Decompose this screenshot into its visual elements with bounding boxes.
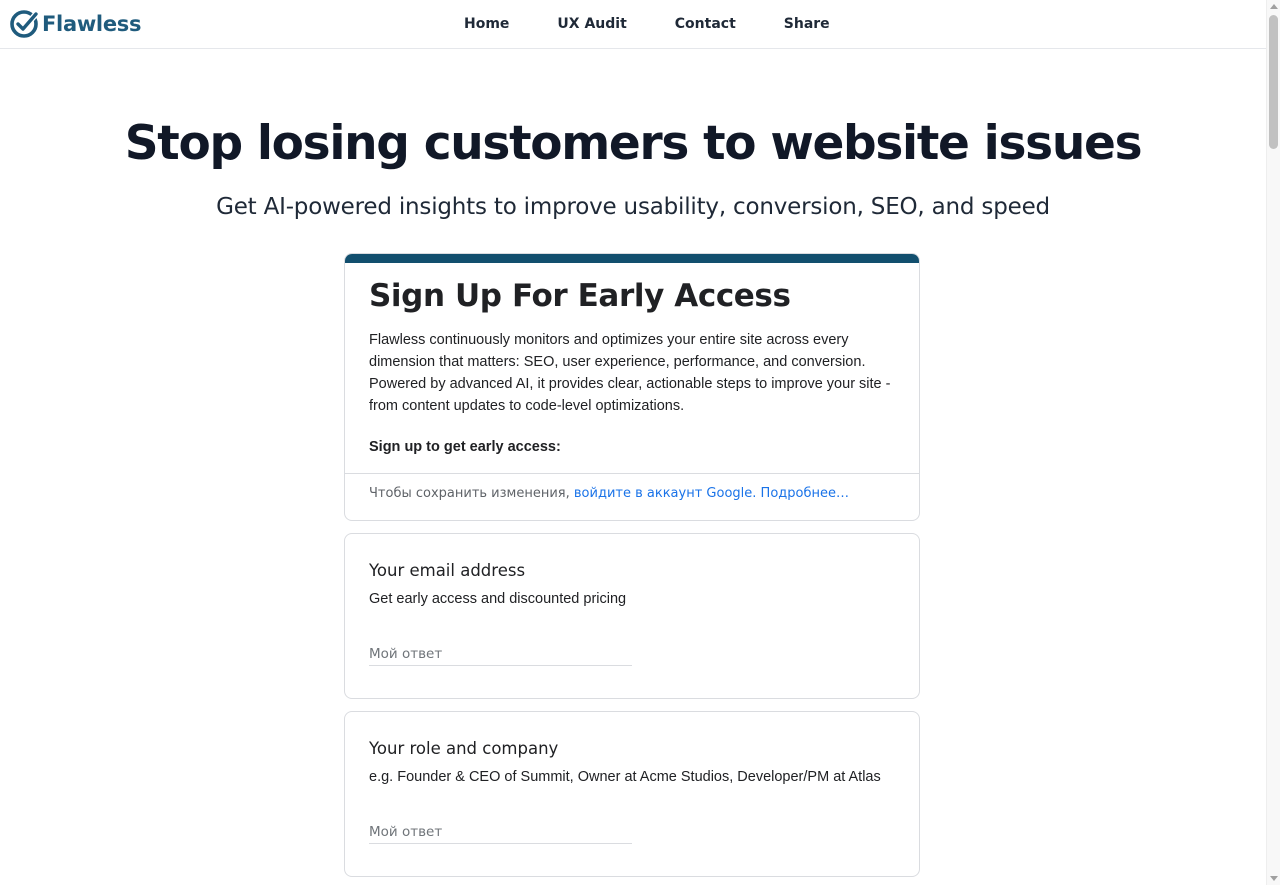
scrollbar-thumb[interactable]: [1269, 15, 1278, 149]
question-card-email: Your email address Get early access and …: [344, 533, 920, 699]
hero-subtitle: Get AI-powered insights to improve usabi…: [216, 194, 1050, 220]
vertical-scrollbar[interactable]: [1266, 0, 1280, 885]
nav-contact[interactable]: Contact: [651, 16, 760, 32]
top-navigation-bar: Flawless Home UX Audit Contact Share: [0, 0, 1266, 49]
form-accent-bar: [345, 254, 919, 263]
divider: [345, 473, 919, 474]
checkmark-circle-icon: [10, 10, 39, 38]
signin-note: Чтобы сохранить изменения, войдите в акк…: [369, 486, 849, 501]
question-title: Your email address: [369, 561, 526, 580]
question-title: Your role and company: [369, 739, 559, 758]
form-cta-text: Sign up to get early access:: [369, 439, 561, 455]
nav-ux-audit[interactable]: UX Audit: [533, 16, 650, 32]
brand-name: Flawless: [42, 11, 142, 36]
scroll-down-arrow-icon[interactable]: [1270, 876, 1278, 881]
email-input[interactable]: [369, 642, 632, 666]
nav-share[interactable]: Share: [760, 16, 854, 32]
question-card-role: Your role and company e.g. Founder & CEO…: [344, 711, 920, 877]
form-description: Flawless continuously monitors and optim…: [369, 332, 891, 414]
learn-more-link[interactable]: Подробнее…: [761, 486, 849, 501]
scroll-up-arrow-icon[interactable]: [1270, 4, 1278, 9]
role-company-input[interactable]: [369, 820, 632, 844]
form-header-card: Sign Up For Early Access Flawless contin…: [344, 253, 920, 521]
question-help-text: e.g. Founder & CEO of Summit, Owner at A…: [369, 769, 881, 785]
main-nav: Home UX Audit Contact Share: [440, 0, 854, 48]
google-signin-link[interactable]: войдите в аккаунт Google.: [574, 486, 757, 501]
signin-note-prefix: Чтобы сохранить изменения,: [369, 486, 574, 501]
nav-home[interactable]: Home: [440, 16, 533, 32]
logo-link[interactable]: Flawless: [10, 9, 141, 38]
form-title: Sign Up For Early Access: [369, 278, 791, 314]
question-help-text: Get early access and discounted pricing: [369, 591, 627, 607]
hero-title: Stop losing customers to website issues: [124, 116, 1143, 171]
